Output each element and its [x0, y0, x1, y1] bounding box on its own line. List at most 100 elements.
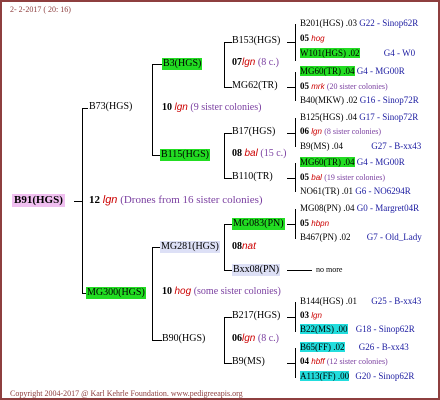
- connector: [224, 42, 225, 87]
- ancestor-colony: B17(HGS): [232, 126, 276, 137]
- lineage-entry: B201(HGS) .03 G22 - Sinop62R: [300, 18, 419, 28]
- connector: [224, 224, 232, 225]
- connector: [287, 317, 295, 318]
- sire-sire-breeder: lgn: [242, 57, 256, 68]
- connector: [82, 108, 88, 109]
- connector: [224, 87, 232, 88]
- connector: [287, 178, 295, 179]
- lineage-entry: B65(FF) .02 G26 - B-xx43: [300, 342, 409, 352]
- sire-dam-year: 08: [232, 148, 242, 159]
- connector: [295, 209, 296, 239]
- connector: [295, 348, 296, 378]
- ancestor-colony: B217(HGS): [232, 310, 281, 321]
- ancestor-colony: B110(TR): [232, 171, 273, 182]
- pedigree-frame: 2- 2-2017 ( 20: 16) B91(HGS) 12 lgn (Dro…: [0, 0, 440, 400]
- sire-note: (9 sister colonies): [190, 102, 262, 113]
- dam-year: 10: [162, 286, 172, 297]
- connector: [152, 247, 153, 340]
- connector: [224, 178, 232, 179]
- connector: [287, 270, 312, 271]
- sire-dam-note: (15 c.): [260, 148, 287, 159]
- connector: [152, 64, 153, 155]
- connector: [224, 363, 232, 364]
- connector: [224, 224, 225, 270]
- connector: [295, 163, 296, 192]
- connector: [82, 108, 83, 293]
- dam-note: (some sister colonies): [193, 286, 281, 297]
- dam-breeder: hog: [174, 286, 192, 297]
- lineage-detail: 05 hbpn: [300, 218, 330, 228]
- sire-sire-colony: B3(HGS): [162, 58, 203, 70]
- lineage-entry: W101(HGS) .02 G4 - W0: [300, 48, 416, 58]
- lineage-entry: B40(MKW) .02 G16 - Sinop72R: [300, 95, 419, 105]
- sire-colony: B73(HGS): [89, 101, 133, 112]
- connector: [295, 72, 296, 101]
- sire-year: 10: [162, 102, 172, 113]
- connector: [287, 133, 295, 134]
- lineage-detail: 05 mrk (20 sister colonies): [300, 81, 388, 91]
- dam-dam-note: (8 c.): [257, 333, 279, 344]
- lineage-detail: 04 hbff (12 sister colonies): [300, 356, 388, 366]
- sire-sire-detail: 07lgn (8 c.): [232, 58, 279, 68]
- connector: [224, 317, 225, 363]
- dam-detail: 10 hog (some sister colonies): [162, 287, 281, 297]
- dam-dam-year: 06: [232, 333, 242, 344]
- dam-dam-detail: 06lgn (8 c.): [232, 334, 279, 344]
- lineage-entry: A113(FF) .00 G20 - Sinop62R: [300, 371, 415, 381]
- sire-sire-year: 07: [232, 57, 242, 68]
- ancestor-colony: MG62(TR): [232, 80, 278, 91]
- lineage-detail: 05 bal (19 sister colonies): [300, 172, 386, 182]
- lineage-entry: B9(MS) .04 G27 - B-xx43: [300, 141, 422, 151]
- lineage-entry: NO61(TR) .01 G6 - NO6294R: [300, 186, 411, 196]
- connector: [74, 201, 82, 202]
- sire-breeder: lgn: [174, 102, 188, 113]
- dam-sire-breeder: nat: [242, 241, 256, 252]
- ancestor-colony: B153(HGS): [232, 35, 281, 46]
- root-detail: 12 lgn (Drones from 16 sister colonies): [89, 195, 263, 206]
- connector: [295, 302, 296, 332]
- lineage-entry: B144(HGS) .01 G25 - B-xx43: [300, 296, 422, 306]
- sire-dam-breeder: bal: [244, 148, 258, 159]
- connector: [287, 224, 295, 225]
- connector: [287, 363, 295, 364]
- lineage-detail: 05 hog: [300, 33, 325, 43]
- ancestor-colony: MG083(PN): [232, 218, 285, 230]
- connector: [152, 340, 162, 341]
- ancestor-colony: B9(MS): [232, 356, 265, 367]
- connector: [287, 42, 295, 43]
- lineage-entry: MG60(TR) .04 G4 - MG00R: [300, 66, 405, 76]
- dam-dam-colony: B90(HGS): [162, 333, 206, 344]
- sire-dam-colony: B115(HGS): [160, 149, 210, 161]
- sire-sire-note: (8 c.): [257, 57, 279, 68]
- dam-sire-detail: 08nat: [232, 242, 256, 252]
- dam-sire-colony: MG281(HGS): [160, 241, 220, 253]
- connector: [287, 87, 295, 88]
- connector: [295, 24, 296, 61]
- lineage-entry: B467(PN) .02 G7 - Old_Lady: [300, 232, 422, 242]
- dam-colony: MG300(HGS): [86, 287, 146, 299]
- lineage-detail: 06 lgn (8 sister colonies): [300, 126, 382, 136]
- connector: [152, 64, 162, 65]
- connector: [224, 42, 232, 43]
- ancestor-colony: Bxx08(PN): [232, 264, 281, 276]
- dam-sire-year: 08: [232, 241, 242, 252]
- lineage-detail: 03 lgn: [300, 310, 322, 320]
- connector: [224, 133, 225, 178]
- connector: [295, 118, 296, 147]
- dam-dam-breeder: lgn: [242, 333, 256, 344]
- root-colony: B91(HGS): [12, 194, 65, 207]
- connector: [224, 133, 232, 134]
- sire-dam-detail: 08 bal (15 c.): [232, 149, 286, 159]
- connector: [152, 247, 160, 248]
- lineage-entry: B125(HGS) .04 G17 - Sinop72R: [300, 112, 419, 122]
- root-breeder: lgn: [102, 194, 118, 206]
- no-more-label: no more: [316, 265, 343, 274]
- lineage-entry: MG60(TR) .04 G4 - MG00R: [300, 157, 405, 167]
- sire-detail: 10 lgn (9 sister colonies): [162, 103, 261, 113]
- connector: [224, 317, 232, 318]
- lineage-entry: MG08(PN) .04 G0 - Margret04R: [300, 203, 420, 213]
- root-year: 12: [89, 194, 100, 206]
- timestamp: 2- 2-2017 ( 20: 16): [10, 5, 71, 14]
- copyright-footer: Copyright 2004-2017 @ Karl Kehrle Founda…: [10, 389, 243, 398]
- lineage-entry: B22(MS) .00 G18 - Sinop62R: [300, 324, 415, 334]
